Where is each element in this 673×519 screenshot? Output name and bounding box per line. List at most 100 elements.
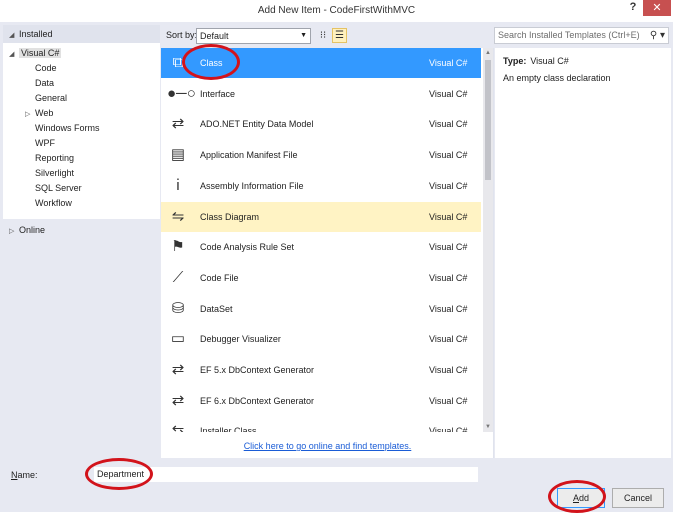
template-item[interactable]: ⇄ ADO.NET Entity Data Model Visual C# — [161, 109, 481, 139]
tree-node-label: Workflow — [35, 198, 72, 208]
help-button[interactable]: ? — [626, 1, 640, 15]
ef-generator-icon: ⇄ — [171, 391, 185, 409]
template-name: EF 5.x DbContext Generator — [200, 365, 315, 375]
sort-by-label: Sort by: — [166, 30, 198, 40]
close-button[interactable]: ✕ — [643, 0, 671, 16]
add-button[interactable]: Add — [557, 488, 605, 508]
installer-class-icon: ⇆ — [171, 422, 185, 432]
tree-node-sql-server[interactable]: SQL Server — [25, 181, 82, 196]
template-item[interactable]: ●─○ Interface Visual C# — [161, 79, 481, 109]
debugger-visualizer-icon: ▭ — [170, 330, 186, 348]
name-input[interactable]: Department — [94, 467, 478, 482]
class-diagram-icon: ⇋ — [171, 207, 185, 225]
search-placeholder: Search Installed Templates (Ctrl+E) — [498, 30, 640, 40]
template-language: Visual C# — [429, 426, 468, 432]
manifest-icon: ▤ — [170, 146, 186, 164]
tree-node-wpf[interactable]: WPF — [25, 136, 55, 151]
cancel-button[interactable]: Cancel — [612, 488, 664, 508]
tree-node-label: Code — [35, 63, 57, 73]
search-icon[interactable]: ⚲ ▾ — [650, 28, 665, 43]
tree-node-web[interactable]: ▷ Web — [25, 106, 53, 121]
template-language: Visual C# — [429, 58, 468, 68]
tree-node-label: Data — [35, 78, 55, 88]
code-file-icon: ⟋ — [172, 268, 184, 286]
template-details-panel: Type: Visual C# An empty class declaratio… — [495, 48, 671, 458]
template-item[interactable]: ⇄ EF 5.x DbContext Generator Visual C# — [161, 355, 481, 385]
template-language: Visual C# — [429, 303, 468, 314]
template-language: Visual C# — [429, 242, 468, 253]
scroll-down-icon[interactable]: ▼ — [483, 424, 493, 430]
interface-icon: ●─○ — [167, 84, 196, 102]
tree-node-label: Online — [19, 225, 46, 235]
ef-generator-icon: ⇄ — [171, 361, 185, 378]
template-item[interactable]: ⇋ Class Diagram Visual C# — [161, 201, 481, 232]
template-name: Class — [200, 58, 223, 68]
scroll-up-icon[interactable]: ▲ — [483, 50, 493, 56]
template-language: Visual C# — [429, 150, 468, 161]
template-item[interactable]: ⚑ Code Analysis Rule Set Visual C# — [161, 232, 481, 262]
template-language: Visual C# — [429, 272, 468, 283]
template-item[interactable]: ⇆ Installer Class Visual C# — [161, 416, 481, 432]
tree-node-online[interactable]: ▷ Online — [9, 223, 45, 238]
grid-icon: ⁝⁝ — [319, 30, 327, 41]
template-item[interactable]: ▭ Debugger Visualizer Visual C# — [161, 324, 481, 354]
template-language: Visual C# — [429, 88, 468, 99]
tree-node-silverlight[interactable]: Silverlight — [25, 166, 74, 181]
template-name: Code File — [200, 272, 239, 283]
scrollbar-thumb[interactable] — [485, 60, 491, 180]
vertical-scrollbar[interactable]: ▲ ▼ — [483, 48, 493, 432]
template-name: Installer Class — [200, 426, 257, 432]
tree-node-label: WPF — [35, 138, 55, 148]
template-language: Visual C# — [429, 334, 468, 345]
collapsed-triangle-icon: ▷ — [9, 228, 15, 235]
type-value: Visual C# — [530, 56, 569, 66]
template-item[interactable]: ▤ Application Manifest File Visual C# — [161, 140, 481, 170]
tree-node-code[interactable]: Code — [25, 61, 57, 76]
tree-node-label: Reporting — [35, 153, 75, 163]
tree-node-label: Visual C# — [19, 48, 62, 58]
template-item[interactable]: ⧉ Class Visual C# — [161, 48, 481, 78]
search-templates-input[interactable]: Search Installed Templates (Ctrl+E) ⚲ ▾ — [494, 27, 669, 44]
tree-node-installed[interactable]: ◢ Installed — [3, 25, 160, 43]
tree-node-general[interactable]: General — [25, 91, 67, 106]
template-name: Interface — [200, 88, 236, 99]
template-name: Class Diagram — [200, 211, 260, 222]
tree-node-label: Web — [35, 108, 54, 118]
tree-node-visual-csharp[interactable]: ◢ Visual C# — [9, 46, 62, 61]
add-new-item-dialog: Add New Item - CodeFirstWithMVC ? ✕ ◢ Ins… — [0, 0, 673, 513]
template-item[interactable]: ⟋ Code File Visual C# — [161, 263, 481, 293]
template-rows: ⧉ Class Visual C# ●─○ Interface Visual C# ⇄ ADO… — [161, 48, 481, 432]
tree-body: ◢ Visual C# Code Data General ▷ Web Windows Fo… — [3, 43, 160, 219]
grid-view-button[interactable]: ⁝⁝ — [316, 28, 330, 43]
tree-node-windows-forms[interactable]: Windows Forms — [25, 121, 100, 136]
tree-node-workflow[interactable]: Workflow — [25, 196, 72, 211]
template-item[interactable]: ⇄ EF 6.x DbContext Generator Visual C# — [161, 386, 481, 416]
find-templates-online-link[interactable]: Click here to go online and find templat… — [161, 441, 494, 451]
tree-node-reporting[interactable]: Reporting — [25, 151, 74, 166]
type-label: Type: — [503, 56, 527, 66]
template-description: An empty class declaration — [503, 73, 611, 83]
button-label: dd — [579, 493, 590, 503]
template-name: DataSet — [200, 303, 233, 314]
entity-model-icon: ⇄ — [171, 115, 185, 133]
tree-node-data[interactable]: Data — [25, 76, 54, 91]
list-icon: ☰ — [335, 30, 344, 41]
rule-set-icon: ⚑ — [171, 238, 185, 256]
template-tree: ◢ Installed ◢ Visual C# Code Data General ▷ We… — [3, 25, 160, 457]
template-language: Visual C# — [429, 180, 468, 191]
window-title: Add New Item - CodeFirstWithMVC — [257, 5, 416, 16]
dropdown-arrow-icon: ▼ — [300, 32, 307, 39]
template-name: EF 6.x DbContext Generator — [200, 395, 315, 406]
template-name: Debugger Visualizer — [200, 334, 281, 345]
sort-by-dropdown[interactable]: Default ▼ — [196, 28, 311, 44]
title-bar: Add New Item - CodeFirstWithMVC ? ✕ — [0, 0, 673, 22]
tree-node-label: Windows Forms — [35, 123, 100, 133]
sort-by-value: Default — [200, 31, 229, 41]
template-language: Visual C# — [429, 395, 468, 406]
label-text: ame: — [17, 470, 38, 480]
template-language: Visual C# — [429, 365, 468, 375]
template-item[interactable]: ⛁ DataSet Visual C# — [161, 294, 481, 324]
list-view-button[interactable]: ☰ — [332, 28, 347, 43]
template-type: Type: Visual C# — [503, 56, 569, 66]
template-item[interactable]: ⅰ Assembly Information File Visual C# — [161, 171, 481, 201]
